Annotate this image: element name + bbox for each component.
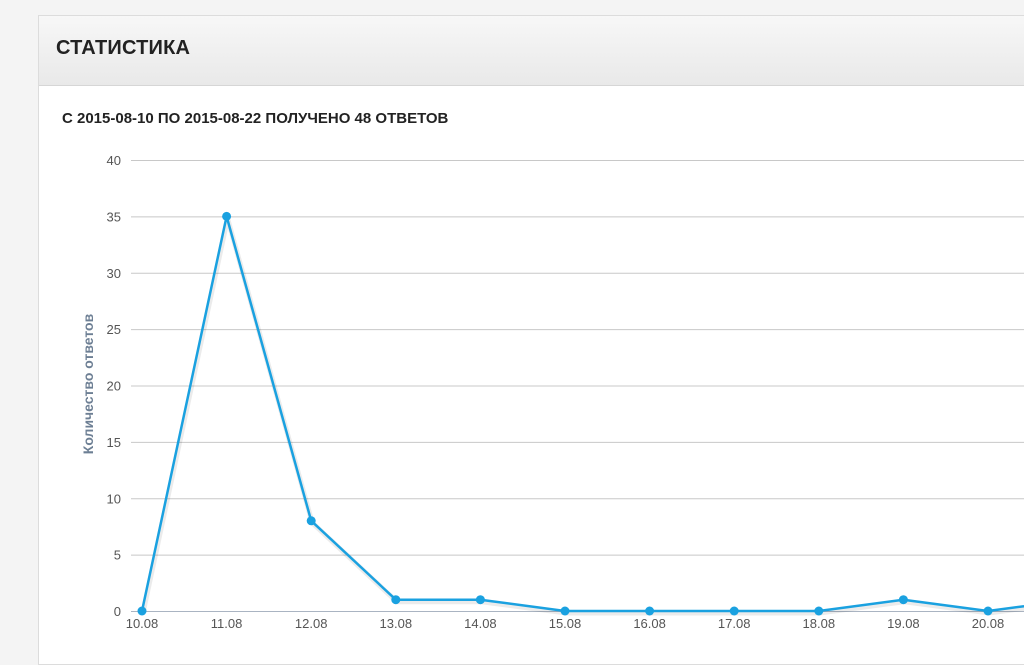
data-point[interactable] <box>984 607 993 616</box>
x-tick-label: 11.08 <box>211 616 243 631</box>
grid-lines <box>131 161 1024 612</box>
y-tick-label: 30 <box>107 266 121 281</box>
x-tick-label: 12.08 <box>295 616 328 631</box>
line-chart: 0 5 10 15 20 25 30 35 40 10.08 11.08 12.08 13.08 14.… <box>0 0 1024 650</box>
data-point[interactable] <box>561 607 570 616</box>
y-axis-ticks: 0 5 10 15 20 25 30 35 40 <box>107 153 121 619</box>
data-point[interactable] <box>476 595 485 604</box>
data-point[interactable] <box>645 607 654 616</box>
y-tick-label: 40 <box>107 153 121 168</box>
series-line-shadow <box>143 218 1024 613</box>
y-tick-label: 15 <box>107 435 121 450</box>
x-tick-label: 16.08 <box>633 616 666 631</box>
x-tick-label: 10.08 <box>126 616 159 631</box>
data-point[interactable] <box>391 595 400 604</box>
data-point[interactable] <box>307 516 316 525</box>
x-tick-label: 14.08 <box>464 616 497 631</box>
x-tick-label: 19.08 <box>887 616 920 631</box>
x-tick-label: 13.08 <box>380 616 413 631</box>
data-point[interactable] <box>138 607 147 616</box>
x-axis-ticks: 10.08 11.08 12.08 13.08 14.08 15.08 16.08 17.08… <box>126 616 1024 631</box>
y-axis-title: Количество ответов <box>80 313 96 454</box>
y-tick-label: 35 <box>107 209 121 224</box>
x-tick-label: 20.08 <box>972 616 1005 631</box>
x-tick-label: 17.08 <box>718 616 751 631</box>
data-point[interactable] <box>814 607 823 616</box>
data-point[interactable] <box>730 607 739 616</box>
y-tick-label: 20 <box>107 379 121 394</box>
x-tick-label: 15.08 <box>549 616 582 631</box>
series-line <box>142 216 1024 611</box>
x-tick-label: 18.08 <box>803 616 836 631</box>
y-tick-label: 0 <box>114 604 121 619</box>
data-point[interactable] <box>222 212 231 221</box>
data-point[interactable] <box>899 595 908 604</box>
y-tick-label: 5 <box>114 548 121 563</box>
y-tick-label: 10 <box>107 491 121 506</box>
y-tick-label: 25 <box>107 322 121 337</box>
